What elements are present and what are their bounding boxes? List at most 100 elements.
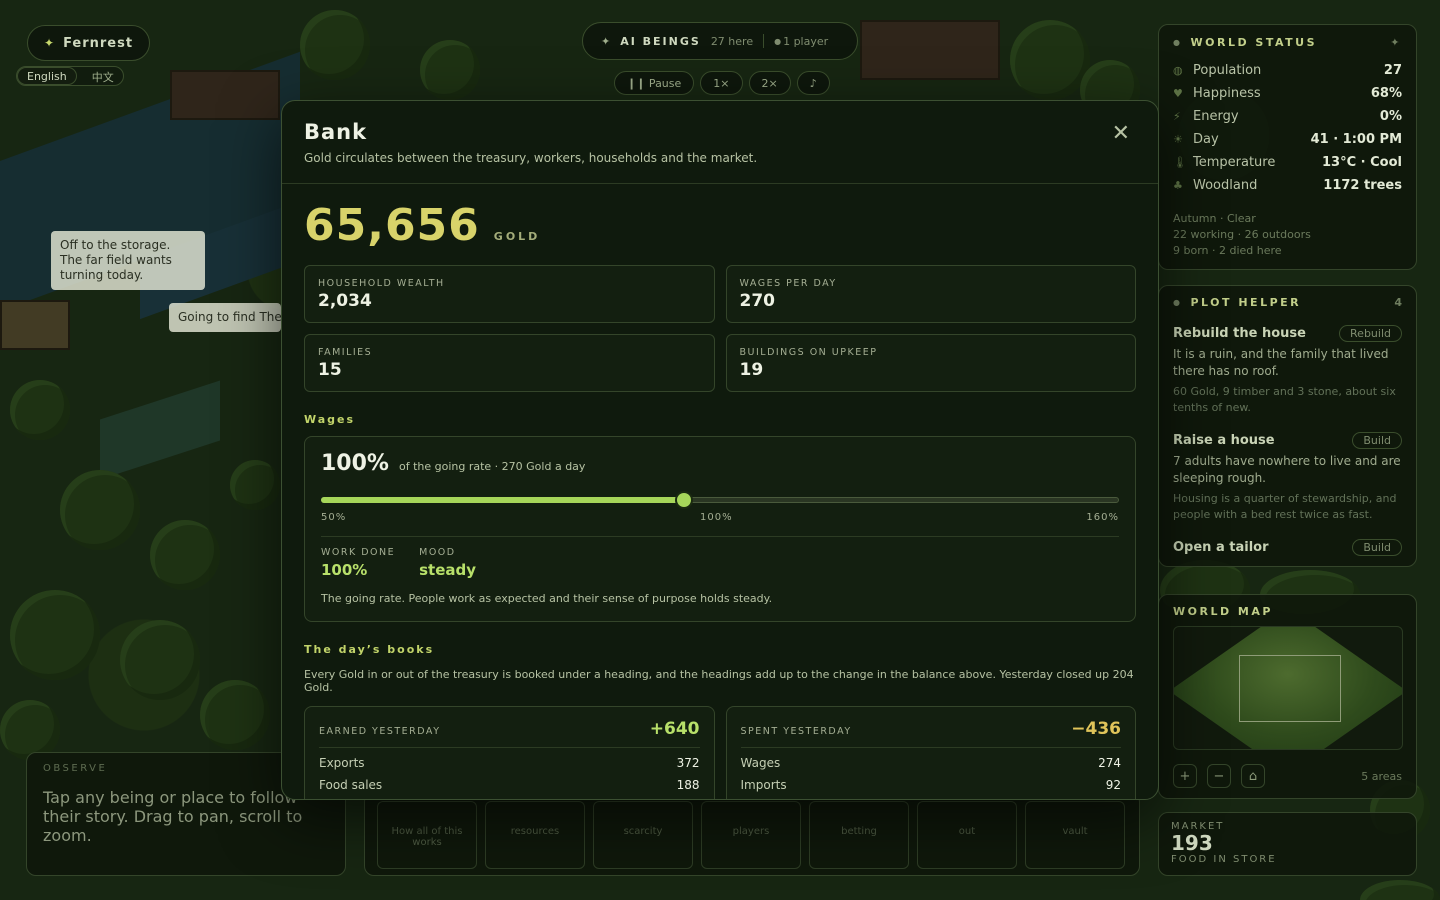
zoom-out-button[interactable]: − (1207, 764, 1231, 788)
divider (321, 536, 1119, 537)
slider-fill (321, 497, 684, 503)
plot-item-button[interactable]: Rebuild (1339, 325, 1402, 342)
plot-item-desc: 7 adults have nowhere to live and are sl… (1173, 454, 1401, 485)
slider-handle[interactable] (676, 493, 691, 507)
status-row: ⚡ Energy 0% (1173, 105, 1402, 128)
world-map-panel: WORLD MAP + − ⌂ 5 areas (1158, 594, 1417, 799)
status-value: 41 · 1:00 PM (1310, 132, 1402, 147)
earned-total: +640 (649, 719, 700, 739)
ledger-row-value: 92 (1105, 778, 1121, 792)
market-panel[interactable]: MARKET 193 FOOD IN STORE (1158, 812, 1417, 876)
mood-value: steady (419, 561, 477, 579)
stat-card: WAGES PER DAY 270 (725, 265, 1136, 323)
bottom-tab[interactable]: out (917, 801, 1017, 869)
gold-unit: GOLD (493, 230, 541, 243)
ledger-row-name: Exports (319, 756, 365, 770)
ledger-row-value: 274 (1098, 756, 1121, 770)
plot-item-desc: It is a ruin, and the family that lived … (1173, 347, 1389, 378)
stat-card-label: WAGES PER DAY (739, 278, 837, 289)
brand-name: Fernrest (63, 35, 134, 51)
music-button[interactable]: ♪ (796, 71, 830, 95)
plot-item-note: 60 Gold, 9 timber and 3 stone, about six… (1173, 385, 1396, 414)
stat-card: BUILDINGS ON UPKEEP 19 (725, 334, 1136, 392)
plot-item: Rebuild the house Rebuild It is a ruin, an… (1173, 325, 1402, 416)
world-status-title: WORLD STATUS (1190, 36, 1317, 49)
stat-card-label: BUILDINGS ON UPKEEP (739, 347, 878, 358)
ledger-row: Wages 274 (741, 756, 1122, 770)
status-value: 68% (1370, 86, 1402, 101)
player-dot-icon: ● (774, 36, 782, 46)
status-row: ☀ Day 41 · 1:00 PM (1173, 128, 1402, 151)
bottom-tab[interactable]: betting (809, 801, 909, 869)
market-sub: FOOD IN STORE (1171, 854, 1277, 865)
slider-max-label: 160% (1086, 512, 1119, 523)
ledger-row-value: 188 (676, 778, 700, 792)
pause-button[interactable]: ❙❙ Pause (614, 71, 695, 95)
spent-total: −436 (1071, 719, 1121, 739)
bottom-tab[interactable]: How all of this works (377, 801, 477, 869)
minimap-viewport[interactable] (1239, 655, 1341, 722)
home-icon[interactable]: ⌂ (1241, 764, 1265, 788)
ledger-row-name: Wages (740, 756, 781, 770)
stat-card-value: 15 (318, 360, 342, 380)
activity-note: 22 working · 26 outdoors (1173, 228, 1311, 241)
stat-card-value: 2,034 (318, 291, 372, 311)
status-value: 13°C · Cool (1322, 155, 1402, 170)
work-done-value: 100% (321, 561, 368, 579)
slider-mid-label: 100% (700, 512, 733, 523)
zoom-in-button[interactable]: + (1173, 764, 1197, 788)
bottom-tab[interactable]: players (701, 801, 801, 869)
plot-item-button[interactable]: Build (1352, 539, 1402, 556)
bottom-tab[interactable]: scarcity (593, 801, 693, 869)
mood-label: MOOD (419, 547, 456, 558)
brand-badge[interactable]: ✦ Fernrest (27, 25, 150, 61)
stat-card-value: 19 (739, 360, 764, 380)
ledger-row-value: 372 (676, 756, 700, 770)
wage-note: The going rate. People work as expected … (321, 592, 773, 605)
status-label: Temperature (1193, 155, 1276, 170)
season-note: Autumn · Clear (1173, 212, 1256, 225)
status-icon: ♥ (1173, 87, 1183, 100)
ledger-row: Food sales 188 (319, 778, 700, 792)
world-map-title: WORLD MAP (1173, 605, 1273, 618)
stat-card: HOUSEHOLD WEALTH 2,034 (304, 265, 715, 323)
bottom-tab[interactable]: resources (485, 801, 585, 869)
speech-bubble: Going to find The (169, 303, 281, 332)
close-icon[interactable]: ✕ (1112, 121, 1130, 146)
lang-english[interactable]: English (17, 67, 77, 85)
status-row: ♥ Happiness 68% (1173, 82, 1402, 105)
ai-beings-title: AI BEINGS (620, 34, 701, 48)
ledger-row-name: Food sales (319, 778, 383, 792)
wages-heading: Wages (304, 413, 356, 426)
wage-description: of the going rate · 270 Gold a day (398, 460, 586, 473)
status-value: 1172 trees (1323, 178, 1402, 193)
bullet-icon: ● (1173, 298, 1183, 307)
stat-card-label: FAMILIES (318, 347, 373, 358)
status-label: Woodland (1193, 178, 1258, 193)
lang-chinese[interactable]: 中文 (83, 67, 123, 85)
plot-item-title: Raise a house (1173, 433, 1275, 448)
wages-card: 100% of the going rate · 270 Gold a day … (304, 436, 1136, 622)
plot-item-button[interactable]: Build (1352, 432, 1402, 449)
status-icon: ◍ (1173, 64, 1183, 77)
speed-2x-button[interactable]: 2× (748, 71, 791, 95)
earned-ledger: EARNED YESTERDAY +640 Exports 372 Food sal… (304, 706, 715, 799)
pin-icon[interactable]: ✦ (1390, 36, 1402, 49)
speed-1x-button[interactable]: 1× (700, 71, 743, 95)
status-value: 0% (1379, 109, 1402, 124)
bottom-tab[interactable]: vault (1025, 801, 1125, 869)
language-switcher: English 中文 (16, 66, 124, 86)
market-value: 193 (1171, 831, 1213, 855)
areas-count: 5 areas (1361, 769, 1402, 783)
status-row: ♣ Woodland 1172 trees (1173, 174, 1402, 197)
ai-beings-bar[interactable]: ✦ AI BEINGS 27 here ● 1 player (582, 22, 858, 60)
status-row: 🌡 Temperature 13°C · Cool (1173, 151, 1402, 174)
minimap[interactable] (1173, 626, 1403, 750)
status-icon: 🌡 (1173, 156, 1187, 169)
bottom-tabs: How all of this works resources scarcity pl… (364, 792, 1140, 876)
slider-min-label: 50% (321, 512, 347, 523)
player-count: 1 player (783, 34, 829, 48)
wage-slider[interactable] (321, 490, 1119, 510)
plot-item-title: Rebuild the house (1173, 326, 1306, 341)
status-icon: ♣ (1173, 179, 1183, 192)
